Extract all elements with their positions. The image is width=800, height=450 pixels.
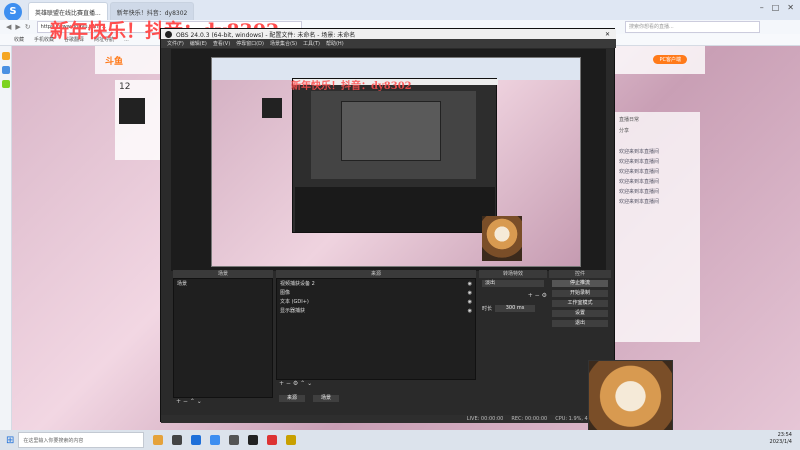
chat-line: 欢迎来到本直播间: [619, 159, 660, 165]
close-icon[interactable]: ✕: [787, 3, 794, 12]
chat-line: 欢迎来到本直播间: [619, 189, 660, 195]
taskbar-app-icon[interactable]: [172, 435, 183, 445]
menu-item[interactable]: 编辑(E): [190, 40, 207, 47]
bookmark-item[interactable]: 收藏: [14, 36, 24, 43]
taskbar-app-icon[interactable]: [191, 435, 202, 445]
close-icon[interactable]: ✕: [605, 31, 610, 38]
taskbar-app-icon[interactable]: [153, 435, 164, 445]
list-item[interactable]: 图像 ◉: [277, 288, 475, 297]
transition-select[interactable]: 淡出: [481, 279, 545, 288]
list-item[interactable]: 显示器捕获 ◉: [277, 306, 475, 315]
avatar[interactable]: [119, 98, 145, 124]
duration-input[interactable]: 300 ms: [494, 304, 537, 313]
menu-item[interactable]: 查看(V): [213, 40, 230, 47]
sidebar-app-icon[interactable]: [2, 66, 10, 74]
taskbar-app-icon[interactable]: [248, 435, 259, 445]
studio-mode-button[interactable]: 工作室模式: [551, 299, 609, 308]
side-link[interactable]: 分享: [619, 127, 696, 134]
obs-window: OBS 24.0.3 (64-bit, windows) - 配置文件: 未命名…: [160, 28, 616, 423]
obs-title-bar: OBS 24.0.3 (64-bit, windows) - 配置文件: 未命名…: [161, 29, 616, 39]
taskbar: ⊞ 在这里输入你要搜索的内容 23:54 2023/1/4: [0, 430, 800, 450]
dock-title: 控件: [549, 270, 611, 278]
list-item[interactable]: 场景: [174, 279, 272, 288]
chat-line: 欢迎来到本直播间: [619, 169, 660, 175]
obs-preview[interactable]: 新年快乐！抖音：dy8302: [171, 49, 606, 271]
star-icon[interactable]: [2, 52, 10, 60]
nested-preview: [341, 101, 441, 161]
chat-panel: 直播日常 分享 欢迎来到本直播间 欢迎来到本直播间 欢迎来到本直播间 欢迎来到本…: [615, 112, 700, 342]
obs-status-bar: LIVE: 00:00:00 REC: 00:00:00 CPU: 1.9%, …: [161, 415, 616, 423]
eye-icon[interactable]: ◉: [468, 308, 472, 314]
transition-dock: 转场特效 淡出 + − ⚙ 时长 300 ms: [479, 270, 547, 405]
stop-stream-button[interactable]: 停止推流: [551, 279, 609, 288]
pc-client-button[interactable]: PC客户端: [653, 55, 687, 64]
captured-obs: [292, 78, 498, 233]
eye-icon[interactable]: ◉: [468, 281, 472, 287]
obs-logo-icon: [165, 30, 172, 38]
site-logo[interactable]: 斗鱼: [105, 54, 123, 67]
exit-button[interactable]: 退出: [551, 319, 609, 328]
taskbar-clock[interactable]: 23:54 2023/1/4: [770, 432, 792, 446]
obs-menu-bar: 文件(F) 编辑(E) 查看(V) 停靠窗口(D) 场景集合(S) 工具(T) …: [161, 39, 616, 48]
dock-tabs: 来源 场景: [276, 393, 476, 404]
scene-controls[interactable]: + − ⌃ ⌄: [173, 398, 273, 405]
list-item[interactable]: 文本 (GDI+) ◉: [277, 297, 475, 306]
chat-line: 欢迎来到本直播间: [619, 179, 660, 185]
start-recording-button[interactable]: 开始录制: [551, 289, 609, 298]
windows-start-icon[interactable]: ⊞: [6, 435, 14, 446]
source-controls[interactable]: + − ⚙ ⌃ ⌄: [276, 380, 476, 387]
menu-item[interactable]: 帮助(H): [326, 40, 344, 47]
clock-time: 23:54: [777, 432, 792, 438]
forward-icon[interactable]: ▶: [15, 23, 20, 31]
dock-title: 转场特效: [479, 270, 547, 278]
clock-date: 2023/1/4: [769, 439, 792, 445]
sources-dock: 来源 视频捕获设备 2 ◉ 图像 ◉ 文本 (GDI+) ◉ 显示器捕获 ◉ + − ⚙…: [276, 270, 476, 415]
viewer-count: 12: [119, 82, 131, 92]
taskbar-app-icon[interactable]: [229, 435, 240, 445]
taskbar-search-input[interactable]: 在这里输入你要搜索的内容: [18, 432, 145, 448]
taskbar-app-icon[interactable]: [286, 435, 297, 445]
rec-time: REC: 00:00:00: [511, 416, 548, 422]
taskbar-app-icon[interactable]: [267, 435, 278, 445]
eye-icon[interactable]: ◉: [468, 299, 472, 305]
list-item[interactable]: 视频捕获设备 2 ◉: [277, 279, 475, 288]
eye-icon[interactable]: ◉: [468, 290, 472, 296]
taskbar-app-icon[interactable]: [210, 435, 221, 445]
maximize-icon[interactable]: □: [772, 3, 780, 12]
menu-item[interactable]: 文件(F): [167, 40, 184, 47]
back-icon[interactable]: ◀: [6, 23, 11, 31]
chat-line: 欢迎来到本直播间: [619, 149, 660, 155]
captured-avatar: [262, 98, 282, 118]
side-link[interactable]: 直播日常: [619, 116, 696, 123]
menu-item[interactable]: 工具(T): [303, 40, 320, 47]
sidebar-app-icon[interactable]: [2, 80, 10, 88]
settings-button[interactable]: 设置: [551, 309, 609, 318]
tab-sources[interactable]: 来源: [278, 394, 306, 403]
window-controls: – □ ✕: [760, 3, 794, 12]
streamer-card: 12: [115, 80, 160, 160]
live-time: LIVE: 00:00:00: [466, 416, 504, 422]
minimize-icon[interactable]: –: [760, 3, 764, 12]
obs-title: OBS 24.0.3 (64-bit, windows) - 配置文件: 未命名…: [176, 31, 356, 39]
tab-scenes[interactable]: 场景: [312, 394, 340, 403]
dock-title: 来源: [276, 270, 476, 278]
transition-controls[interactable]: + − ⚙: [479, 292, 547, 299]
captured-docks: [295, 187, 495, 232]
refresh-icon[interactable]: ↻: [25, 23, 31, 31]
browser-search-input[interactable]: 搜索你想看的直播...: [625, 21, 760, 33]
menu-item[interactable]: 停靠窗口(D): [236, 40, 264, 47]
browser-sidebar: [0, 46, 12, 430]
browser-logo-icon[interactable]: S: [4, 3, 22, 21]
chat-line: 欢迎来到本直播间: [619, 199, 660, 205]
watermark-text-small: 新年快乐！抖音：dy8302: [291, 81, 412, 92]
scenes-dock: 场景 场景 + − ⌃ ⌄: [173, 270, 273, 405]
dog-webcam-small: [482, 216, 522, 261]
duration-label: 时长: [482, 306, 493, 312]
dock-title: 场景: [173, 270, 273, 278]
captured-preview: [311, 91, 476, 179]
menu-item[interactable]: 场景集合(S): [270, 40, 297, 47]
